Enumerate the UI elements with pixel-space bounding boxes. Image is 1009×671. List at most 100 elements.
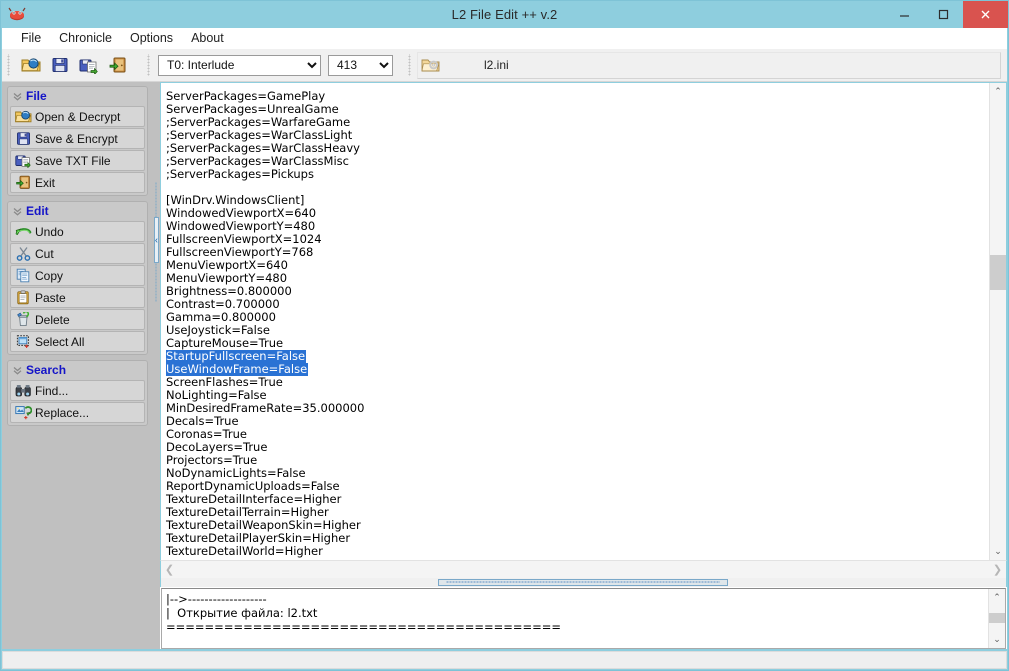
sidebar-item-copy[interactable]: Copy (10, 265, 145, 286)
editor-scroll-thumb[interactable] (990, 255, 1006, 290)
toolbar-grip-2[interactable] (146, 54, 153, 76)
editor-scroll-right-button[interactable]: ❯ (989, 561, 1006, 578)
editor-line[interactable]: Gamma=0.800000 (166, 308, 989, 321)
sidebar-item-paste[interactable]: Paste (10, 287, 145, 308)
toolbar-separator-1 (136, 54, 138, 76)
editor-line[interactable]: ;ServerPackages=Pickups (166, 165, 989, 178)
text-editor[interactable]: ServerPackages=GamePlayServerPackages=Un… (161, 83, 989, 560)
sidebar-section-file-header[interactable]: File (9, 88, 146, 104)
chevron-double-down-icon[interactable] (11, 205, 24, 218)
editor-line[interactable]: ReportDynamicUploads=False (166, 477, 989, 490)
editor-scroll-track[interactable] (990, 100, 1006, 543)
exit-toolbar-button[interactable] (103, 52, 132, 79)
menu-options[interactable]: Options (121, 29, 182, 47)
log-scroll-track[interactable] (989, 606, 1005, 631)
close-button[interactable] (963, 1, 1008, 28)
editor-line[interactable]: TextureDetailPlayerSkin=Higher (166, 529, 989, 542)
vertical-splitter-grip[interactable] (154, 217, 159, 263)
editor-line[interactable]: Brightness=0.800000 (166, 282, 989, 295)
editor-line[interactable]: DecoLayers=True (166, 438, 989, 451)
toolbar-grip-1[interactable] (6, 54, 13, 76)
editor-line[interactable]: TextureDetailWeaponSkin=Higher (166, 516, 989, 529)
editor-line[interactable]: TextureDetailInterface=Higher (166, 490, 989, 503)
sidebar-item-open-decrypt[interactable]: Open & Decrypt (10, 106, 145, 127)
editor-line[interactable]: WindowedViewportY=480 (166, 217, 989, 230)
sidebar-section-edit-header[interactable]: Edit (9, 203, 146, 219)
editor-line[interactable]: ;ServerPackages=WarClassMisc (166, 152, 989, 165)
menu-chronicle[interactable]: Chronicle (50, 29, 121, 47)
save-encrypt-toolbar-button[interactable] (45, 52, 74, 79)
vertical-splitter[interactable] (153, 82, 160, 649)
log-scroll-down-button[interactable]: ⌄ (989, 631, 1005, 648)
menu-about[interactable]: About (182, 29, 233, 47)
editor-scroll-up-button[interactable]: ⌃ (990, 83, 1006, 100)
editor-line[interactable]: UseWindowFrame=False (166, 360, 989, 373)
sidebar-section-search-header[interactable]: Search (9, 362, 146, 378)
log-line: ========================================… (166, 620, 988, 634)
editor-scroll-left-button[interactable]: ❮ (161, 561, 178, 578)
replace-icon (14, 404, 33, 421)
editor-vertical-scrollbar[interactable]: ⌃ ⌄ (989, 83, 1006, 560)
chevron-double-down-icon[interactable] (11, 90, 24, 103)
log-scroll-thumb[interactable] (989, 613, 1005, 623)
floppy-export-icon (14, 152, 33, 169)
current-file-chip[interactable]: l2.ini (417, 52, 1001, 79)
chronicle-select[interactable]: T0: Interlude (158, 55, 321, 76)
sidebar-item-select-all[interactable]: Select All (10, 331, 145, 352)
editor-line[interactable]: ;ServerPackages=WarClassHeavy (166, 139, 989, 152)
log-line: | Открытие файла: l2.txt (166, 606, 988, 620)
editor-line[interactable]: MenuViewportY=480 (166, 269, 989, 282)
editor-line[interactable]: TextureDetailTerrain=Higher (166, 503, 989, 516)
editor-line[interactable]: StartupFullscreen=False (166, 347, 989, 360)
editor-line[interactable]: UseJoystick=False (166, 321, 989, 334)
minimize-button[interactable] (885, 1, 924, 28)
trash-can-icon (14, 311, 33, 328)
editor-line[interactable]: TextureDetailWorld=Higher (166, 542, 989, 555)
build-select[interactable]: 413 (328, 55, 393, 76)
editor-line[interactable]: FullscreenViewportY=768 (166, 243, 989, 256)
editor-line[interactable]: MinDesiredFrameRate=35.000000 (166, 399, 989, 412)
editor-line[interactable]: ServerPackages=UnrealGame (166, 100, 989, 113)
toolbar-grip-3[interactable] (407, 54, 414, 76)
editor-line-text: TextureDetailWorld=Higher (166, 544, 323, 558)
horizontal-splitter[interactable] (160, 578, 1007, 587)
editor-line[interactable]: ServerPackages=GamePlay (166, 87, 989, 100)
window-controls (885, 1, 1008, 28)
sidebar-item-exit[interactable]: Exit (10, 172, 145, 193)
editor-line[interactable]: Coronas=True (166, 425, 989, 438)
sidebar-item-save-txt[interactable]: Save TXT File (10, 150, 145, 171)
sidebar-item-delete-label: Delete (35, 313, 70, 327)
log-output[interactable]: |-->-------------------| Открытие файла:… (162, 589, 988, 648)
editor-line[interactable]: NoLighting=False (166, 386, 989, 399)
menu-file[interactable]: File (12, 29, 50, 47)
log-line: |-->------------------- (166, 592, 988, 606)
sidebar-item-replace[interactable]: Replace... (10, 402, 145, 423)
sidebar-item-cut[interactable]: Cut (10, 243, 145, 264)
sidebar-item-find[interactable]: Find... (10, 380, 145, 401)
open-decrypt-toolbar-button[interactable] (16, 52, 45, 79)
copy-pages-icon (14, 267, 33, 284)
sidebar-item-save-encrypt[interactable]: Save & Encrypt (10, 128, 145, 149)
chevron-double-down-icon[interactable] (11, 364, 24, 377)
editor-line[interactable]: NoDynamicLights=False (166, 464, 989, 477)
editor-line[interactable]: CaptureMouse=True (166, 334, 989, 347)
editor-line[interactable]: FullscreenViewportX=1024 (166, 230, 989, 243)
editor-scroll-down-button[interactable]: ⌄ (990, 543, 1006, 560)
editor-horizontal-scrollbar[interactable]: ❮ ❯ (160, 560, 1007, 578)
editor-line[interactable]: ;ServerPackages=WarClassLight (166, 126, 989, 139)
sidebar-item-copy-label: Copy (35, 269, 63, 283)
editor-line[interactable]: [WinDrv.WindowsClient] (166, 191, 989, 204)
editor-line[interactable]: WindowedViewportX=640 (166, 204, 989, 217)
editor-line[interactable]: Projectors=True (166, 451, 989, 464)
scissors-icon (14, 245, 33, 262)
sidebar-item-delete[interactable]: Delete (10, 309, 145, 330)
maximize-button[interactable] (924, 1, 963, 28)
sidebar-section-search: Search Find... (7, 360, 148, 426)
sidebar-item-undo[interactable]: Undo (10, 221, 145, 242)
file-gear-icon (418, 56, 444, 74)
sidebar-item-select-all-label: Select All (35, 335, 84, 349)
log-scroll-up-button[interactable]: ⌃ (989, 589, 1005, 606)
save-txt-toolbar-button[interactable] (74, 52, 103, 79)
log-vertical-scrollbar[interactable]: ⌃ ⌄ (988, 589, 1005, 648)
editor-line[interactable]: ;ServerPackages=WarfareGame (166, 113, 989, 126)
